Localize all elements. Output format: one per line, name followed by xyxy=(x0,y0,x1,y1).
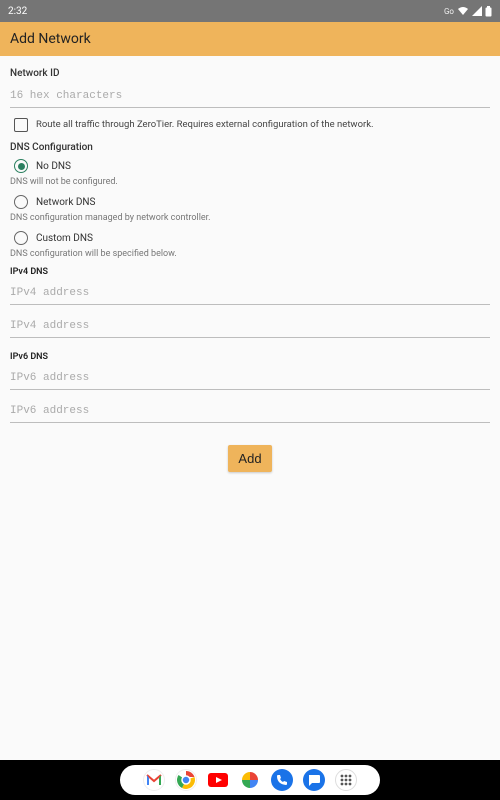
network-id-input[interactable] xyxy=(10,86,490,108)
photos-icon[interactable] xyxy=(239,769,261,791)
page-title: Add Network xyxy=(10,31,91,47)
ipv4-heading: IPv4 DNS xyxy=(10,267,490,277)
hint-custom-dns: DNS configuration will be specified belo… xyxy=(10,249,490,259)
radio-network-dns[interactable]: Network DNS xyxy=(14,195,490,209)
radio-custom-dns-label: Custom DNS xyxy=(36,233,93,244)
radio-custom-dns[interactable]: Custom DNS xyxy=(14,231,490,245)
dns-config-heading: DNS Configuration xyxy=(10,142,490,153)
radio-icon-unchecked[interactable] xyxy=(14,231,28,245)
dock-pill xyxy=(120,765,380,795)
nav-bar xyxy=(0,760,500,800)
status-badge: Go xyxy=(444,7,454,16)
ipv6-input-1[interactable] xyxy=(10,368,490,390)
apps-icon[interactable] xyxy=(335,769,357,791)
wifi-icon xyxy=(457,6,469,16)
status-time: 2:32 xyxy=(8,6,27,17)
ipv6-heading: IPv6 DNS xyxy=(10,352,490,362)
messages-icon[interactable] xyxy=(303,769,325,791)
network-id-label: Network ID xyxy=(10,68,490,79)
radio-no-dns[interactable]: No DNS xyxy=(14,159,490,173)
route-all-checkbox-row[interactable]: Route all traffic through ZeroTier. Requ… xyxy=(14,118,490,132)
ipv6-input-2[interactable] xyxy=(10,401,490,423)
battery-icon xyxy=(485,6,492,17)
content: Network ID Route all traffic through Zer… xyxy=(0,56,500,472)
add-button-wrap: Add xyxy=(10,445,490,472)
chrome-icon[interactable] xyxy=(175,769,197,791)
radio-icon-checked[interactable] xyxy=(14,159,28,173)
radio-icon-unchecked[interactable] xyxy=(14,195,28,209)
gmail-icon[interactable] xyxy=(143,769,165,791)
radio-network-dns-label: Network DNS xyxy=(36,197,96,208)
add-button[interactable]: Add xyxy=(228,445,271,472)
status-right: Go xyxy=(444,6,492,17)
youtube-icon[interactable] xyxy=(207,769,229,791)
status-bar: 2:32 Go xyxy=(0,0,500,22)
hint-no-dns: DNS will not be configured. xyxy=(10,177,490,187)
route-all-checkbox[interactable] xyxy=(14,118,28,132)
radio-no-dns-label: No DNS xyxy=(36,161,71,172)
hint-network-dns: DNS configuration managed by network con… xyxy=(10,213,490,223)
ipv4-input-2[interactable] xyxy=(10,316,490,338)
signal-icon xyxy=(472,6,482,16)
app-bar: Add Network xyxy=(0,22,500,56)
ipv4-input-1[interactable] xyxy=(10,283,490,305)
route-all-label: Route all traffic through ZeroTier. Requ… xyxy=(36,119,374,130)
phone-icon[interactable] xyxy=(271,769,293,791)
